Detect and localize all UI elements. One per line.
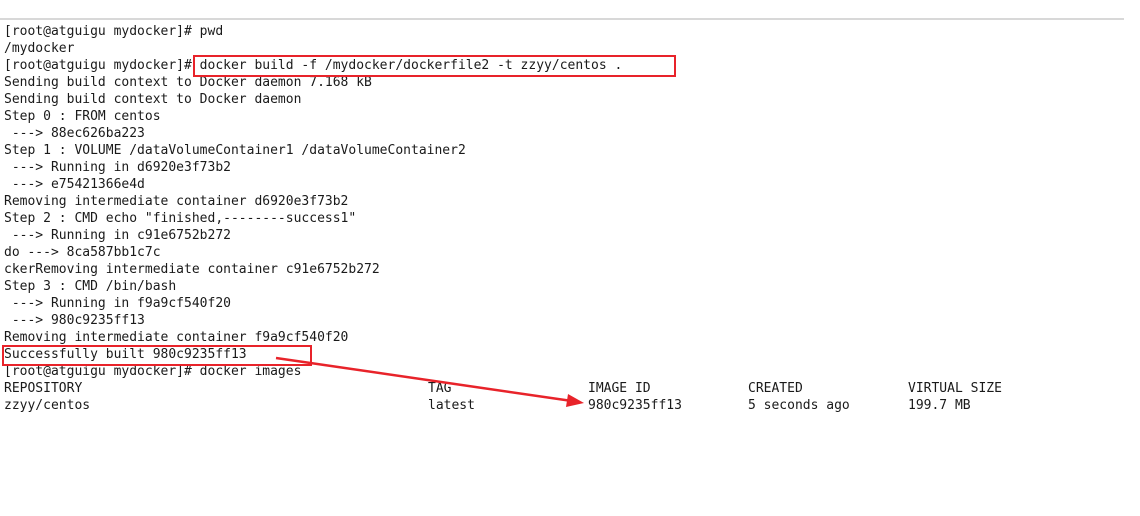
terminal-line: ---> Running in c91e6752b272: [4, 228, 231, 243]
column-header-repository: REPOSITORY: [4, 381, 83, 396]
cell-image-id: 980c9235ff13: [588, 398, 682, 413]
cell-created: 5 seconds ago: [748, 398, 850, 413]
terminal-output[interactable]: [root@atguigu mydocker]# pwd /mydocker […: [4, 23, 1124, 414]
terminal-line: ---> 980c9235ff13: [4, 313, 145, 328]
terminal-line: Step 2 : CMD echo "finished,--------succ…: [4, 211, 357, 226]
terminal-line: Removing intermediate container f9a9cf54…: [4, 330, 349, 345]
column-header-tag: TAG: [428, 381, 452, 396]
table-row: zzyy/centos latest 980c9235ff13 5 second…: [4, 397, 1124, 414]
terminal-line: ---> Running in d6920e3f73b2: [4, 160, 231, 175]
terminal-line: /mydocker: [4, 41, 75, 56]
terminal-line: [root@atguigu mydocker]# docker build -f…: [4, 58, 623, 73]
cell-tag: latest: [428, 398, 475, 413]
cell-virtual-size: 199.7 MB: [908, 398, 971, 413]
terminal-line: ---> e75421366e4d: [4, 177, 145, 192]
column-header-image-id: IMAGE ID: [588, 381, 651, 396]
terminal-line: [root@atguigu mydocker]# docker images: [4, 364, 302, 379]
terminal-line: Successfully built 980c9235ff13: [4, 347, 247, 362]
terminal-line: [root@atguigu mydocker]# pwd: [4, 24, 224, 39]
terminal-line: Removing intermediate container d6920e3f…: [4, 194, 349, 209]
terminal-line: ---> 88ec626ba223: [4, 126, 145, 141]
top-divider: [0, 18, 1124, 20]
terminal-line: Step 0 : FROM centos: [4, 109, 161, 124]
terminal-line: Step 3 : CMD /bin/bash: [4, 279, 177, 294]
cell-repository: zzyy/centos: [4, 398, 91, 413]
terminal-line: Sending build context to Docker daemon: [4, 92, 302, 107]
terminal-line: Step 1 : VOLUME /dataVolumeContainer1 /d…: [4, 143, 466, 158]
terminal-line: ---> Running in f9a9cf540f20: [4, 296, 231, 311]
terminal-line: Sending build context to Docker daemon 7…: [4, 75, 372, 90]
column-header-created: CREATED: [748, 381, 803, 396]
terminal-line: ckerRemoving intermediate container c91e…: [4, 262, 380, 277]
images-table-header: REPOSITORY TAG IMAGE ID CREATED VIRTUAL …: [4, 380, 1124, 397]
column-header-virtual-size: VIRTUAL SIZE: [908, 381, 1002, 396]
terminal-line: do ---> 8ca587bb1c7c: [4, 245, 161, 260]
